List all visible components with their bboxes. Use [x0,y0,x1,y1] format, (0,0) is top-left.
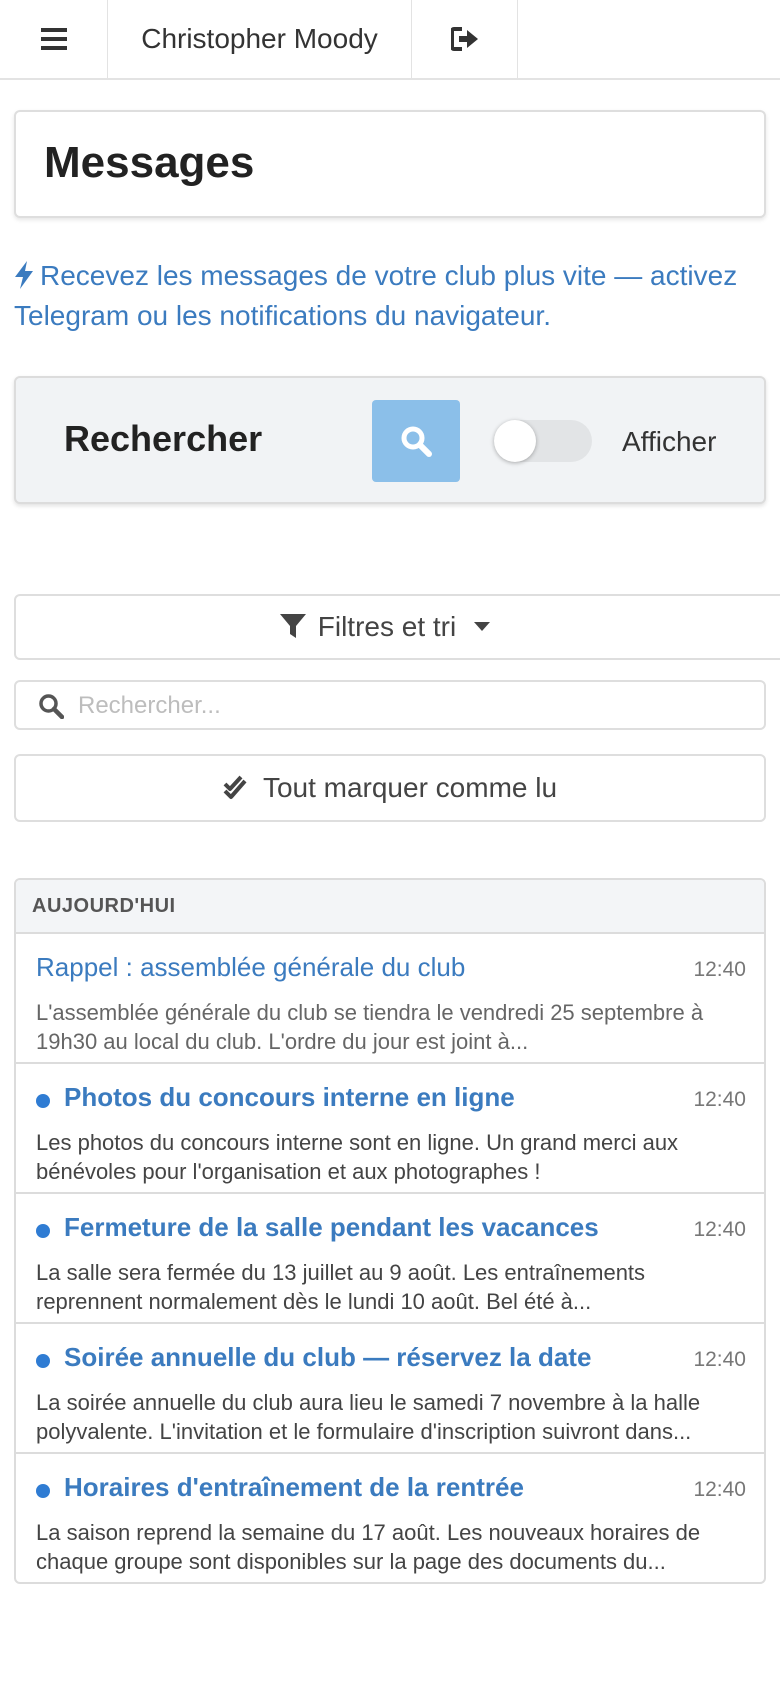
message-excerpt: Les photos du concours interne sont en l… [36,1130,679,1184]
display-toggle[interactable] [494,420,592,462]
message-title: Fermeture de la salle pendant les vacanc… [64,1212,599,1242]
search-panel-label: Rechercher [64,418,263,459]
unread-dot-icon [36,1224,50,1238]
message-item[interactable]: Rappel : assemblée générale du club 12:4… [16,934,764,1064]
search-icon [401,426,432,457]
bolt-icon [15,261,33,289]
message-list: AUJOURD'HUI Rappel : assemblée générale … [14,878,766,1584]
filters-label: Filtres et tri [317,611,457,642]
message-title: Rappel : assemblée générale du club [36,952,466,982]
search-field [14,680,766,730]
toggle-knob [494,420,536,462]
hamburger-menu-icon [40,28,67,50]
toggle-label: Afficher [622,426,717,457]
message-excerpt: La saison reprend la semaine du 17 août.… [36,1520,701,1574]
search-input[interactable] [76,682,750,730]
message-time: 12:40 [693,1218,746,1241]
page-title: Messages [44,138,255,187]
logout-button[interactable] [412,0,518,78]
message-title: Soirée annuelle du club — réservez la da… [64,1342,592,1372]
message-title: Photos du concours interne en ligne [64,1082,515,1112]
message-excerpt: La soirée annuelle du club aura lieu le … [36,1390,701,1444]
message-item[interactable]: Horaires d'entraînement de la rentrée 12… [16,1454,764,1582]
message-item[interactable]: Photos du concours interne en ligne 12:4… [16,1064,764,1194]
mark-all-read-label: Tout marquer comme lu [262,772,558,803]
search-icon [39,694,64,719]
double-check-icon [223,775,247,799]
unread-dot-icon [36,1484,50,1498]
sign-out-icon [450,27,478,51]
filters-button[interactable]: Filtres et tri [14,594,780,660]
page-header-card: Messages [14,110,766,218]
top-bar: Christopher Moody [0,0,780,80]
unread-dot-icon [36,1094,50,1108]
message-item[interactable]: Fermeture de la salle pendant les vacanc… [16,1194,764,1324]
message-time: 12:40 [693,1088,746,1111]
notifications-notice[interactable]: Recevez les messages de votre club plus … [14,256,766,336]
message-time: 12:40 [693,1478,746,1501]
message-title: Horaires d'entraînement de la rentrée [64,1472,524,1502]
unread-dot-icon [36,1354,50,1368]
notice-text: Recevez les messages de votre club plus … [14,260,738,331]
message-time: 12:40 [693,1348,746,1371]
message-time: 12:40 [693,958,746,981]
message-item[interactable]: Soirée annuelle du club — réservez la da… [16,1324,764,1454]
caret-down-icon [474,622,491,631]
mark-all-read-button[interactable]: Tout marquer comme lu [14,754,766,822]
message-excerpt: La salle sera fermée du 13 juillet au 9 … [36,1260,646,1314]
filter-icon [279,614,306,638]
user-name[interactable]: Christopher Moody [108,0,412,78]
search-panel: Rechercher Afficher [14,376,766,504]
search-button[interactable] [372,400,460,482]
message-excerpt: L'assemblée générale du club se tiendra … [36,1000,704,1054]
group-header: AUJOURD'HUI [16,880,764,934]
menu-button[interactable] [0,0,108,78]
